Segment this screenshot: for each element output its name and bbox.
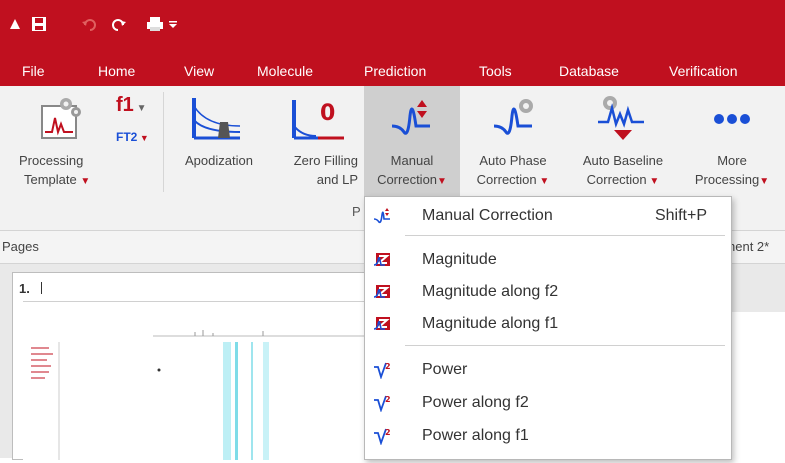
- fourier-transform-group: f1 ▼ FT2 ▼: [108, 94, 158, 164]
- auto-baseline-label-1: Auto Baseline: [582, 153, 664, 168]
- shortcut-label: Shift+P: [654, 207, 707, 224]
- svg-text:0: 0: [320, 101, 335, 126]
- auto-phase-label-1: Auto Phase: [479, 153, 547, 168]
- zero-filling-label-2: and LP: [316, 172, 358, 187]
- apodization-icon: [192, 98, 241, 140]
- app-logo-icon: [8, 14, 22, 34]
- f1-button[interactable]: f1 ▼: [116, 94, 146, 117]
- chevron-down-icon: ▼: [646, 176, 660, 187]
- chevron-down-icon: ▼: [536, 176, 550, 187]
- manual-correction-label-2: Correction: [377, 172, 438, 187]
- menu-view[interactable]: View: [184, 56, 214, 86]
- print-icon[interactable]: [145, 14, 165, 34]
- pages-label: Pages: [2, 239, 39, 254]
- zero-filling-button[interactable]: 0 Zero Filling and LP: [272, 86, 362, 202]
- chevron-down-icon: ▼: [133, 103, 147, 114]
- svg-text:2: 2: [385, 362, 391, 371]
- manual-correction-icon: [373, 208, 390, 224]
- save-icon[interactable]: [30, 14, 48, 34]
- menu-item-label: Magnitude along f1: [422, 315, 559, 332]
- manual-correction-label-1: Manual: [390, 153, 434, 168]
- processing-template-button[interactable]: Processing Template ▼: [16, 86, 104, 202]
- chevron-down-icon: ▼: [437, 176, 447, 187]
- page-number: 1.: [19, 281, 30, 296]
- menu-molecule[interactable]: Molecule: [257, 56, 313, 86]
- chevron-down-icon: ▼: [137, 133, 149, 143]
- magnitude-icon: [373, 285, 390, 298]
- chevron-down-icon: ▼: [80, 176, 91, 187]
- chevron-down-icon: ▼: [759, 176, 770, 187]
- page-thumbnail[interactable]: 1.: [12, 272, 404, 460]
- menu-file[interactable]: File: [22, 56, 45, 86]
- more-processing-label-2: Processing: [694, 172, 760, 187]
- document-tab[interactable]: hent 2*: [728, 239, 769, 254]
- auto-baseline-button[interactable]: Auto Baseline Correction ▼: [566, 86, 680, 202]
- auto-baseline-icon: [598, 96, 644, 140]
- svg-text:2: 2: [385, 428, 391, 437]
- power-icon: 2: [374, 395, 391, 412]
- menu-item-power[interactable]: 2 Power: [365, 355, 731, 385]
- redo-icon[interactable]: [110, 14, 128, 34]
- auto-baseline-label-2: Correction: [586, 172, 647, 187]
- ribbon-divider: [163, 92, 164, 192]
- auto-phase-label-2: Correction: [476, 172, 537, 187]
- text-cursor: [41, 282, 42, 294]
- ft2-button[interactable]: FT2 ▼: [116, 130, 149, 144]
- zero-filling-label-1: Zero Filling: [293, 153, 358, 168]
- menu-item-label: Power along f1: [422, 427, 529, 444]
- manual-correction-button[interactable]: Manual Correction▼: [364, 86, 460, 202]
- processing-template-label-2: Template: [24, 172, 77, 187]
- f1-label: f1: [116, 94, 134, 116]
- more-processing-button[interactable]: More Processing▼: [682, 86, 782, 202]
- menu-item-magnitude[interactable]: Magnitude: [365, 245, 731, 275]
- menu-home[interactable]: Home: [98, 56, 135, 86]
- magnitude-icon: [373, 317, 390, 330]
- more-icon: [714, 114, 750, 124]
- undo-icon[interactable]: [80, 14, 98, 34]
- menu-item-magnitude-along-f1[interactable]: Magnitude along f1: [365, 309, 731, 339]
- ribbon-group-label: P: [352, 204, 361, 219]
- menu-item-label: Magnitude along f2: [422, 283, 559, 300]
- right-document-panel: [730, 312, 785, 458]
- menu-item-label: Power: [422, 361, 468, 378]
- menu-verification[interactable]: Verification: [669, 56, 737, 86]
- spectrum-preview: [23, 301, 393, 460]
- menu-database[interactable]: Database: [559, 56, 619, 86]
- manual-correction-dropdown: Manual Correction Shift+P Magnitude Magn…: [364, 196, 732, 460]
- power-icon: 2: [374, 428, 391, 445]
- svg-text:2: 2: [385, 395, 391, 404]
- magnitude-icon: [373, 253, 390, 266]
- apodization-label: Apodization: [185, 153, 253, 168]
- auto-phase-icon: [493, 99, 533, 135]
- ft2-label: FT2: [116, 130, 138, 144]
- apodization-button[interactable]: Apodization: [170, 86, 268, 202]
- manual-correction-icon: [391, 100, 430, 135]
- menu-item-label: Magnitude: [422, 251, 497, 268]
- menu-tools[interactable]: Tools: [479, 56, 512, 86]
- power-icon: 2: [374, 362, 391, 379]
- menu-divider: [405, 235, 725, 236]
- menu-item-power-along-f1[interactable]: 2 Power along f1: [365, 421, 731, 451]
- customize-toolbar-icon[interactable]: [168, 14, 178, 34]
- menu-item-power-along-f2[interactable]: 2 Power along f2: [365, 388, 731, 418]
- more-processing-label-1: More: [717, 153, 747, 168]
- menu-item-magnitude-along-f2[interactable]: Magnitude along f2: [365, 277, 731, 307]
- menu-item-label: Power along f2: [422, 394, 529, 411]
- spectrum-plot: [31, 330, 383, 460]
- processing-template-icon: [41, 98, 81, 139]
- menu-item-manual-correction[interactable]: Manual Correction Shift+P: [365, 201, 731, 231]
- menu-item-label: Manual Correction: [422, 207, 553, 224]
- menu-prediction[interactable]: Prediction: [364, 56, 426, 86]
- zero-filling-icon: 0: [292, 100, 344, 140]
- title-bar: [0, 0, 785, 56]
- auto-phase-button[interactable]: Auto Phase Correction ▼: [464, 86, 562, 202]
- processing-template-label-1: Processing: [19, 153, 84, 168]
- menu-bar: File Home View Molecule Prediction Tools…: [0, 56, 785, 86]
- menu-divider: [405, 345, 725, 346]
